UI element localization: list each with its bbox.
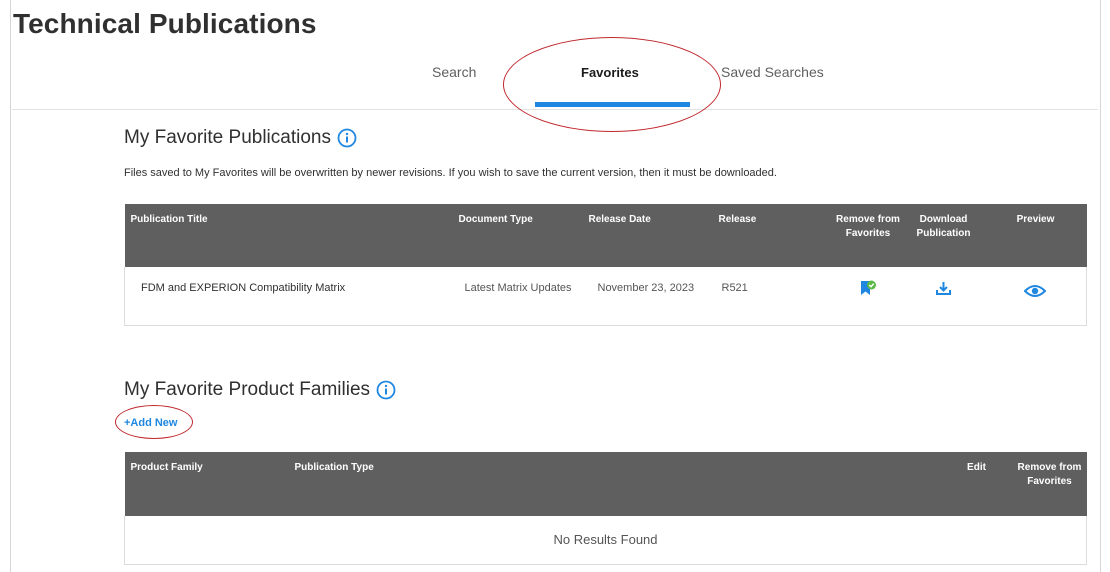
column-header: Remove from Favorites (1017, 462, 1082, 487)
page-right-border (1100, 0, 1101, 572)
publication-title-cell[interactable]: FDM and EXPERION Compatibility Matrix (125, 267, 451, 325)
tabs-divider (12, 109, 1098, 110)
download-icon[interactable] (935, 280, 952, 302)
tab-search[interactable]: Search (432, 64, 476, 80)
remove-from-favorites-icon[interactable] (859, 280, 877, 303)
active-tab-indicator (535, 102, 690, 107)
eye-icon[interactable] (1023, 284, 1047, 304)
table-header-row: Publication Title Document Type Release … (124, 204, 1087, 267)
no-results-message: No Results Found (553, 531, 658, 547)
remove-cell (834, 267, 903, 325)
column-header: Preview (1016, 214, 1055, 225)
favorite-product-families-table: Product Family Publication Type Edit Rem… (124, 452, 1087, 565)
column-header: Publication Type (294, 462, 374, 473)
annotation-circle-favorites-tab (503, 37, 721, 132)
column-header: Download Publication (916, 214, 971, 239)
tab-favorites[interactable]: Favorites (581, 65, 639, 80)
table-row: FDM and EXPERION Compatibility Matrix La… (124, 267, 1087, 325)
release-cell: R521 (721, 282, 748, 294)
column-header: Release (718, 214, 757, 225)
favorites-note: Files saved to My Favorites will be over… (124, 167, 777, 179)
preview-cell (985, 267, 1087, 325)
favorite-product-families-title: My Favorite Product Families (124, 379, 371, 400)
info-icon[interactable] (376, 380, 396, 400)
column-header: Remove from Favorites (836, 214, 900, 239)
document-type-cell: Latest Matrix Updates (464, 282, 572, 294)
tab-saved-searches[interactable]: Saved Searches (721, 64, 824, 80)
favorite-publications-table: Publication Title Document Type Release … (124, 204, 1087, 326)
column-header: Document Type (458, 214, 533, 225)
favorite-publications-heading: My Favorite Publications (124, 127, 357, 149)
favorite-product-families-heading: My Favorite Product Families (124, 379, 396, 401)
column-header: Product Family (130, 462, 203, 473)
table-header-row: Product Family Publication Type Edit Rem… (124, 452, 1087, 516)
favorite-publications-title: My Favorite Publications (124, 127, 331, 148)
release-date-cell: November 23, 2023 (597, 282, 695, 294)
table-row: No Results Found (124, 516, 1087, 564)
column-header: Publication Title (130, 214, 208, 225)
page-title: Technical Publications (13, 8, 317, 39)
download-cell (903, 267, 985, 325)
column-header: Release Date (588, 214, 651, 225)
info-icon[interactable] (337, 128, 357, 148)
column-header: Edit (967, 462, 986, 473)
page-left-border (10, 0, 11, 572)
add-new-link[interactable]: +Add New (124, 417, 177, 429)
